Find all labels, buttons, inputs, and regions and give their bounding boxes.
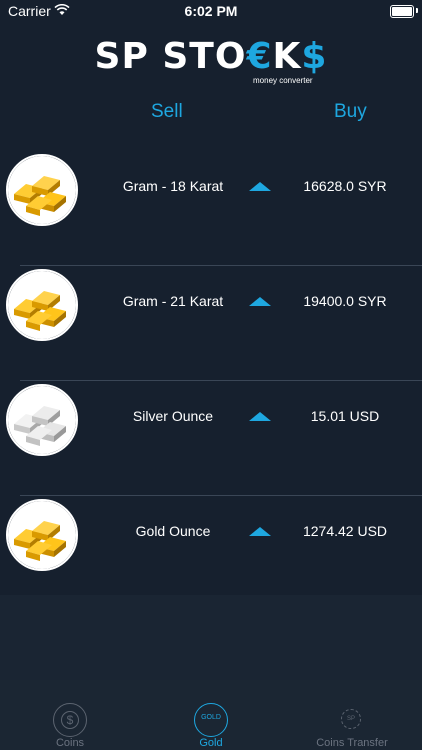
tab-label: Coins bbox=[55, 737, 85, 749]
gold-icon: GOLD bbox=[194, 703, 228, 737]
clock: 6:02 PM bbox=[184, 3, 238, 19]
item-name: Gold Ounce bbox=[135, 523, 211, 539]
item-price: 19400.0 SYR bbox=[303, 293, 387, 309]
gold-bars-icon bbox=[6, 499, 78, 571]
buy-column-header: Buy bbox=[334, 101, 367, 122]
item-name: Gram - 18 Karat bbox=[122, 178, 224, 194]
item-price: 15.01 USD bbox=[310, 408, 380, 424]
app-logo: SP STO€K$ bbox=[0, 36, 422, 77]
transfer-icon: SP bbox=[335, 703, 367, 735]
list-item[interactable]: Gold Ounce 1274.42 USD bbox=[0, 496, 422, 611]
sell-column-header: Sell bbox=[151, 101, 183, 122]
dollar-coin-icon: $ bbox=[53, 703, 87, 737]
gold-bars-icon bbox=[6, 269, 78, 341]
tab-coins[interactable]: $ Coins bbox=[0, 680, 140, 750]
status-bar: Carrier 6:02 PM bbox=[0, 0, 422, 22]
logo-subtitle: money converter bbox=[253, 76, 313, 85]
tab-label: Coins Transfer bbox=[316, 737, 388, 749]
tab-bar: $ Coins GOLD Gold SP Coins Transfer bbox=[0, 680, 422, 750]
trend-up-icon bbox=[249, 412, 271, 421]
item-name: Gram - 21 Karat bbox=[122, 293, 224, 309]
empty-list-area bbox=[0, 595, 422, 680]
trend-up-icon bbox=[249, 527, 271, 536]
gold-bars-icon bbox=[6, 154, 78, 226]
list-item[interactable]: Silver Ounce 15.01 USD bbox=[0, 381, 422, 496]
battery-icon bbox=[390, 5, 414, 18]
tab-coins-transfer[interactable]: SP Coins Transfer bbox=[282, 680, 422, 750]
tab-gold[interactable]: GOLD Gold bbox=[141, 680, 281, 750]
trend-up-icon bbox=[249, 182, 271, 191]
list-item[interactable]: Gram - 21 Karat 19400.0 SYR bbox=[0, 266, 422, 381]
item-price: 1274.42 USD bbox=[302, 523, 388, 539]
item-name: Silver Ounce bbox=[132, 408, 214, 424]
tab-label: Gold bbox=[199, 737, 223, 749]
silver-bars-icon bbox=[6, 384, 78, 456]
battery-cap bbox=[416, 8, 418, 13]
list-item[interactable]: Gram - 18 Karat 16628.0 SYR bbox=[0, 151, 422, 266]
logo-title: SP STO€K$ bbox=[94, 36, 328, 77]
item-price: 16628.0 SYR bbox=[303, 178, 387, 194]
trend-up-icon bbox=[249, 297, 271, 306]
